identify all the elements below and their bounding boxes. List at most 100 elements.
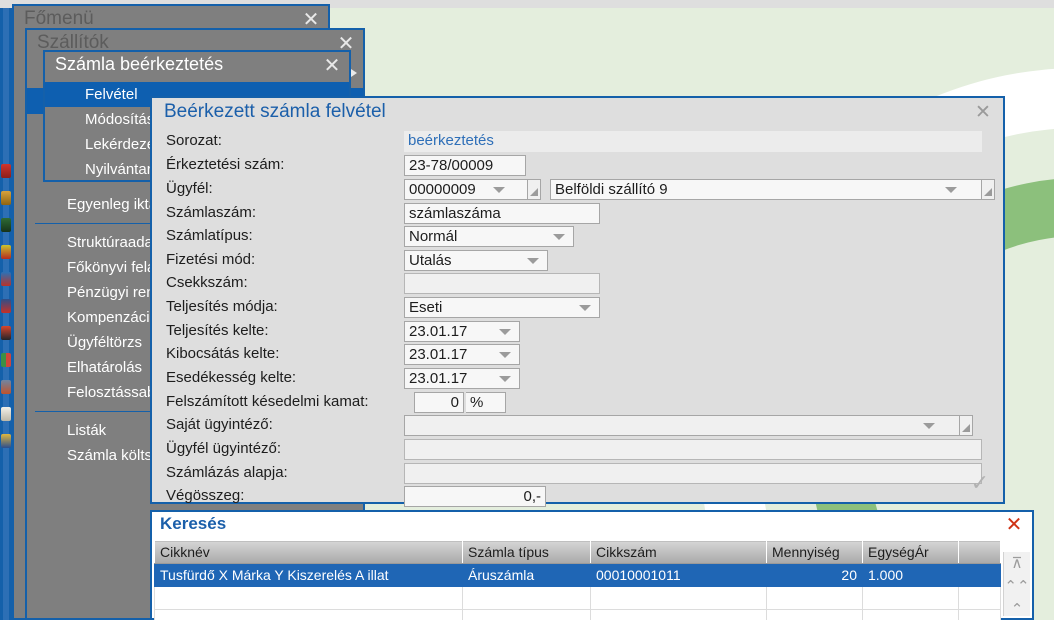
rail-icon-car[interactable]	[0, 239, 12, 266]
left-rail	[0, 8, 12, 620]
label-sajat-ugyintezo: Saját ügyintéző:	[166, 416, 273, 433]
suppliers-item-6-label: Elhatárolás	[67, 359, 142, 376]
datepicker-esedekesseg-kelte[interactable]: 23.01.17	[404, 368, 520, 389]
combo-sajat-ugyintezo[interactable]	[404, 415, 960, 436]
search-title: Keresés	[160, 514, 226, 534]
input-csekkszam[interactable]	[404, 273, 600, 294]
lookup-sajat-ugyintezo-button[interactable]	[960, 415, 973, 436]
rail-icon-tools[interactable]	[0, 374, 12, 401]
cell-egysegar	[863, 587, 959, 610]
cell-egysegar	[863, 610, 959, 620]
label-teljesites-modja: Teljesítés módja:	[166, 298, 278, 315]
confirm-check-icon[interactable]: ✓	[971, 470, 989, 496]
suppliers-item-4-label: Kompenzáció	[67, 309, 158, 326]
combo-ugyfel-code[interactable]: 00000009	[404, 179, 528, 200]
label-teljesites-kelte: Teljesítés kelte:	[166, 322, 269, 339]
suppliers-item-8-label: Listák	[67, 422, 106, 439]
table-row[interactable]	[155, 610, 1001, 620]
col-szamla-tipus[interactable]: Számla típus	[463, 541, 591, 564]
chevron-down-icon-4	[527, 258, 539, 264]
chevron-down-icon-2	[945, 187, 957, 193]
cell-cikknev	[155, 610, 463, 620]
main-menu-title-text: Főmenü	[24, 8, 94, 29]
chevron-down-icon-5	[579, 305, 591, 311]
invoice-menu-item-0-label: Felvétel	[85, 86, 138, 103]
invoice-form-close-icon[interactable]: ✕	[971, 101, 995, 125]
scroll-top-icon[interactable]: ⊼	[1004, 552, 1030, 575]
invoice-form-title: Beérkezett számla felvétel	[164, 101, 386, 123]
cell-mennyiseg	[767, 610, 863, 620]
combo-szamlatipus-value: Normál	[409, 228, 569, 246]
rail-icon-files[interactable]	[0, 347, 12, 374]
cell-extra	[959, 564, 1001, 587]
input-szamlazas-alapja[interactable]	[404, 463, 982, 484]
combo-teljesites-modja[interactable]: Eseti	[404, 297, 600, 318]
input-kesedelmi-kamat[interactable]: 0	[414, 392, 464, 413]
lookup-ugyfel-code-button[interactable]	[528, 179, 541, 200]
rail-icon-trolley[interactable]	[0, 185, 12, 212]
col-egysegar[interactable]: EgységÁr	[863, 541, 959, 564]
cell-mennyiseg: 20	[767, 564, 863, 587]
chevron-down-icon	[493, 187, 505, 193]
col-mennyiseg[interactable]: Mennyiség	[767, 541, 863, 564]
cell-extra	[959, 610, 1001, 620]
label-szamlazas-alapja: Számlázás alapja:	[166, 464, 288, 481]
chevron-down-icon-6	[923, 423, 935, 429]
label-vegosszeg: Végösszeg:	[166, 487, 244, 504]
rail-icon-truck[interactable]	[0, 428, 12, 455]
combo-szamlatipus[interactable]: Normál	[404, 226, 574, 247]
cell-egysegar: 1.000	[863, 564, 959, 587]
rail-icon-ledger[interactable]	[0, 320, 12, 347]
label-kibocsatas-kelte: Kibocsátás kelte:	[166, 345, 279, 362]
combo-fizetesi-mod[interactable]: Utalás	[404, 250, 548, 271]
label-sorozat: Sorozat:	[166, 132, 222, 149]
label-szamlaszam: Számlaszám:	[166, 204, 256, 221]
invoice-entry-dialog: Beérkezett számla felvétel ✕ Sorozat: be…	[150, 96, 1005, 504]
cell-szamla-tipus	[463, 587, 591, 610]
rail-icon-book[interactable]	[0, 293, 12, 320]
datepicker-kibocsatas-kelte[interactable]: 23.01.17	[404, 344, 520, 365]
table-row[interactable]	[155, 587, 1001, 610]
calendar-chevron-icon-2	[499, 352, 511, 358]
input-ugyfel-ugyintezo[interactable]	[404, 439, 982, 460]
calendar-chevron-icon-3	[499, 376, 511, 382]
cell-szamla-tipus	[463, 610, 591, 620]
scroll-up-icon[interactable]: ⌃	[1004, 598, 1030, 620]
input-vegosszeg[interactable]: 0,-	[404, 486, 546, 507]
input-erkeztetesi-szam[interactable]: 23-78/00009	[404, 155, 526, 176]
label-szamlatipus: Számlatípus:	[166, 227, 253, 244]
input-sorozat[interactable]: beérkeztetés	[404, 131, 982, 152]
search-close-icon[interactable]: ✕	[1002, 514, 1026, 536]
combo-ugyfel-name[interactable]: Belföldi szállító 9	[550, 179, 982, 200]
cell-extra	[959, 587, 1001, 610]
invoice-menu-close-icon[interactable]: ✕	[321, 54, 343, 78]
suppliers-item-5-label: Ügyféltörzs	[67, 334, 142, 351]
col-extra[interactable]	[959, 541, 1001, 564]
rail-icon-cart[interactable]	[0, 158, 12, 185]
lookup-ugyfel-name-button[interactable]	[982, 179, 995, 200]
search-scroll-column: ⊼ ⌃⌃ ⌃	[1003, 552, 1030, 616]
datepicker-teljesites-kelte[interactable]: 23.01.17	[404, 321, 520, 342]
label-esedekesseg-kelte: Esedékesség kelte:	[166, 369, 296, 386]
label-kesedelmi-kamat: Felszámított késedelmi kamat:	[166, 393, 369, 410]
cell-cikkszam: 00010001011	[591, 564, 767, 587]
rail-icon-page[interactable]	[0, 401, 12, 428]
input-szamlaszam[interactable]: számlaszáma	[404, 203, 600, 224]
submenu-arrow-icon	[351, 69, 357, 77]
rail-icon-boxes[interactable]	[0, 266, 12, 293]
table-header-row: Cikknév Számla típus Cikkszám Mennyiség …	[155, 541, 1001, 564]
rail-icon-money[interactable]	[0, 212, 12, 239]
field-row-sorozat: Sorozat: beérkeztetés	[166, 131, 996, 153]
combo-ugyfel-name-value: Belföldi szállító 9	[555, 181, 977, 199]
label-csekkszam: Csekkszám:	[166, 274, 248, 291]
cell-cikknev	[155, 587, 463, 610]
chevron-down-icon-3	[553, 234, 565, 240]
table-row[interactable]: Tusfürdő X Márka Y Kiszerelés A illat Ár…	[155, 564, 1001, 587]
invoice-menu-item-1-label: Módosítás	[85, 111, 154, 128]
invoice-menu-title-text: Számla beérkeztetés	[55, 54, 223, 74]
col-cikkszam[interactable]: Cikkszám	[591, 541, 767, 564]
scroll-page-up-icon[interactable]: ⌃⌃	[1004, 575, 1030, 598]
calendar-chevron-icon-1	[499, 329, 511, 335]
col-cikknev[interactable]: Cikknév	[155, 541, 463, 564]
cell-cikkszam	[591, 610, 767, 620]
